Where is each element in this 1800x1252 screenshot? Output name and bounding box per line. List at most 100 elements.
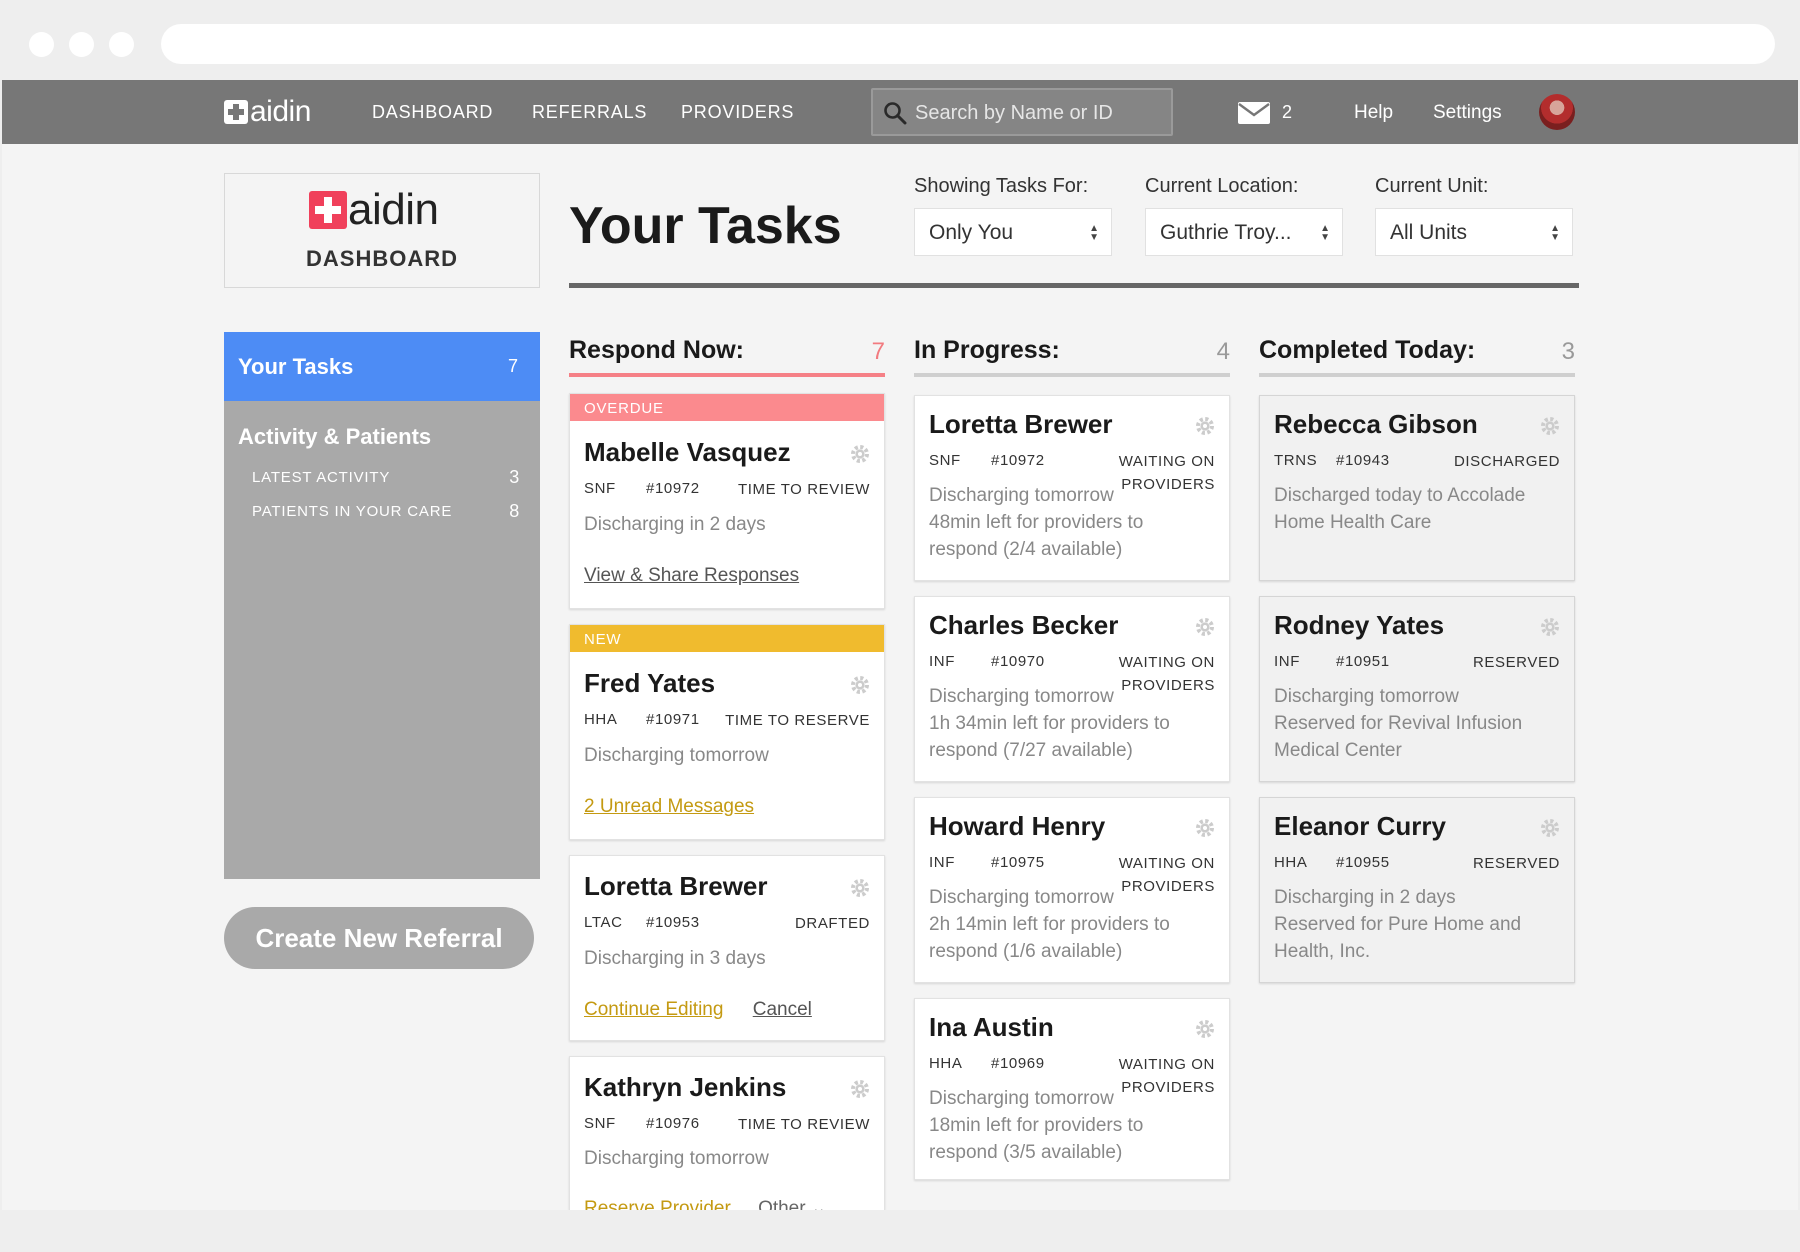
column-header-completed-today: Completed Today: 3 [1259,336,1575,377]
patient-name[interactable]: Charles Becker [929,610,1118,641]
sidebar-item-count: 3 [509,467,520,487]
sidebar-item-patients-in-care[interactable]: PATIENTS IN YOUR CARE 8 [252,501,520,521]
dashboard-logo: aidin [309,185,439,234]
sidebar-section-activity-patients[interactable]: Activity & Patients [238,424,431,450]
discharge-info: Discharging tomorrow 18min left for prov… [929,1085,1215,1166]
nav-help[interactable]: Help [1354,102,1393,124]
patient-name[interactable]: Rebecca Gibson [1274,409,1478,440]
continue-editing-link[interactable]: Continue Editing [584,999,723,1020]
task-card[interactable]: Rebecca Gibson TRNS #10943 DISCHARGED Di… [1259,395,1575,581]
filter-label-location: Current Location: [1145,175,1299,197]
status-line: WAITING ON [1118,453,1215,470]
location-select[interactable]: Guthrie Troy... ▲ ▼ [1145,208,1343,256]
patient-name[interactable]: Mabelle Vasquez [584,437,791,468]
task-status: TIME TO REVIEW [737,481,870,498]
gear-icon[interactable] [1195,1019,1215,1039]
gear-icon[interactable] [1540,416,1560,436]
sidebar-item-count: 7 [507,356,518,376]
task-card[interactable]: Charles Becker INF #10970 WAITING ON PROV… [914,596,1230,782]
gear-icon[interactable] [1195,617,1215,637]
chevron-down-icon: ⌄ [810,1198,827,1210]
new-badge: NEW [570,625,884,652]
task-card[interactable]: Eleanor Curry HHA #10955 RESERVED Discha… [1259,797,1575,983]
care-type: SNF [929,452,961,469]
gear-icon[interactable] [1195,416,1215,436]
discharge-info: Discharging tomorrow Reserved for Reviva… [1274,683,1560,764]
nav-settings[interactable]: Settings [1433,102,1502,124]
unit-select[interactable]: All Units ▲ ▼ [1375,208,1573,256]
patient-name[interactable]: Eleanor Curry [1274,811,1446,842]
gear-icon[interactable] [850,675,870,695]
patient-name[interactable]: Loretta Brewer [929,409,1113,440]
task-card[interactable]: Ina Austin HHA #10969 WAITING ON PROVIDER… [914,998,1230,1180]
sidebar-item-latest-activity[interactable]: LATEST ACTIVITY 3 [252,467,520,487]
task-card[interactable]: Howard Henry INF #10975 WAITING ON PROVID… [914,797,1230,983]
sidebar-item-label: Your Tasks [238,354,354,379]
patient-name[interactable]: Fred Yates [584,668,715,699]
unread-messages-link[interactable]: 2 Unread Messages [584,796,754,817]
column-header-in-progress: In Progress: 4 [914,336,1230,377]
gear-icon[interactable] [850,878,870,898]
mail-icon[interactable] [1238,102,1270,124]
select-value: All Units [1390,221,1468,244]
column-header-respond-now: Respond Now: 7 [569,336,885,377]
patient-name[interactable]: Kathryn Jenkins [584,1072,786,1103]
task-card[interactable]: OVERDUE Mabelle Vasquez SNF #10972 TIME … [569,393,885,609]
nav-dashboard[interactable]: DASHBOARD [372,102,493,123]
tasks-for-select[interactable]: Only You ▲ ▼ [914,208,1112,256]
desc-line: Discharging tomorrow [929,887,1114,908]
task-card[interactable]: Loretta Brewer LTAC #10953 DRAFTED Disch… [569,855,885,1041]
gear-icon[interactable] [1195,818,1215,838]
url-bar[interactable] [161,24,1775,64]
select-value: Guthrie Troy... [1160,221,1292,244]
browser-bottom-edge [0,1210,1800,1252]
nav-logo[interactable]: aidin [224,97,311,127]
aidin-brand-icon [309,191,347,229]
aidin-logo-icon [224,100,248,124]
patient-name[interactable]: Howard Henry [929,811,1105,842]
care-type: HHA [1274,854,1308,871]
desc-line: Medical Center [1274,740,1402,761]
message-count[interactable]: 2 [1282,102,1292,123]
window-minimize-dot[interactable] [69,32,94,57]
select-value: Only You [929,221,1014,244]
nav-referrals[interactable]: REFERRALS [532,102,647,123]
care-type: HHA [584,711,618,728]
desc-line: Discharging tomorrow [929,1088,1114,1109]
task-status: RESERVED [1472,654,1560,671]
gear-icon[interactable] [1540,617,1560,637]
patient-name[interactable]: Rodney Yates [1274,610,1444,641]
reserve-provider-link[interactable]: Reserve Provider [584,1198,731,1210]
create-new-referral-button[interactable]: Create New Referral [224,907,534,969]
sidebar-item-your-tasks[interactable]: Your Tasks 7 [224,332,540,401]
desc-line: Discharging tomorrow [929,686,1114,707]
dashboard-logo-text: aidin [348,185,439,234]
filter-label-tasks-for: Showing Tasks For: [914,175,1089,197]
task-card[interactable]: Loretta Brewer SNF #10972 WAITING ON PROV… [914,395,1230,581]
discharge-info: Discharging in 3 days [584,948,766,969]
task-card[interactable]: Rodney Yates INF #10951 RESERVED Dischar… [1259,596,1575,782]
patient-name[interactable]: Loretta Brewer [584,871,768,902]
nav-providers[interactable]: PROVIDERS [681,102,794,123]
gear-icon[interactable] [850,1079,870,1099]
task-status: DISCHARGED [1453,453,1560,470]
user-avatar[interactable] [1539,94,1575,130]
gear-icon[interactable] [850,444,870,464]
window-zoom-dot[interactable] [109,32,134,57]
window-close-dot[interactable] [29,32,54,57]
overdue-badge: OVERDUE [570,394,884,421]
search-input[interactable] [915,100,1165,126]
patient-name[interactable]: Ina Austin [929,1012,1054,1043]
gear-icon[interactable] [1540,818,1560,838]
view-share-responses-link[interactable]: View & Share Responses [584,565,799,586]
referral-id: #10953 [646,914,700,931]
referral-id: #10975 [991,854,1045,871]
other-menu[interactable]: Other ⌄ [758,1198,827,1210]
task-card[interactable]: Kathryn Jenkins SNF #10976 TIME TO REVIE… [569,1056,885,1210]
desc-line: 18min left for providers to [929,1115,1144,1136]
task-card[interactable]: NEW Fred Yates HHA #10971 TIME TO RESERV… [569,624,885,840]
cancel-link[interactable]: Cancel [753,999,812,1020]
desc-line: Reserved for Revival Infusion [1274,713,1523,734]
column-title: Completed Today: [1259,336,1476,364]
search-box [871,88,1173,136]
